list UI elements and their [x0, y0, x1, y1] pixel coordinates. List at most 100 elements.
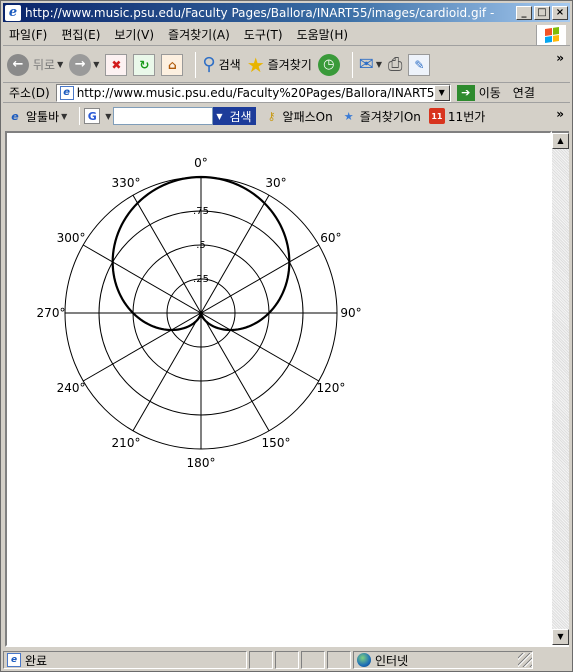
altoolbar: e 알툴바 ▼ G ▼ ▼ 검색 ⚷ 알패스On ★ 즐겨찾기On 11 11번…	[3, 104, 570, 128]
history-button[interactable]: ◷	[317, 53, 340, 76]
back-dropdown-icon[interactable]: ▼	[57, 60, 63, 69]
magnifier-icon: ⚲	[202, 54, 216, 75]
resize-grip-icon[interactable]	[518, 653, 532, 667]
stop-button[interactable]: ✖	[105, 53, 128, 76]
address-dropdown-icon[interactable]: ▼	[433, 84, 450, 101]
toolbar-chevron-icon[interactable]: »	[556, 51, 564, 65]
go-button[interactable]: ➔ 이동	[456, 84, 501, 101]
angle-label: 90°	[340, 306, 361, 320]
mail-button[interactable]: ✉ ▼	[359, 54, 382, 75]
menu-edit[interactable]: 편집(E)	[61, 26, 100, 43]
go-arrow-icon: ➔	[456, 84, 475, 101]
address-url: http://www.music.psu.edu/Faculty%20Pages…	[76, 85, 434, 100]
angle-label: 0°	[194, 156, 208, 170]
favorites-on-button[interactable]: ★ 즐겨찾기On	[341, 108, 421, 125]
angle-label: 30°	[265, 176, 286, 190]
ring-label: .75	[193, 206, 209, 217]
menu-tools[interactable]: 도구(T)	[244, 26, 283, 43]
cardioid-polar-plot: 0° 30° 60° 90° 120° 150° 180° 210° 240° 270° 300° 3…	[37, 156, 362, 470]
status-text: 완료	[25, 653, 48, 668]
status-pane	[327, 651, 351, 669]
angle-label: 210°	[112, 436, 141, 450]
minimize-button[interactable]: _	[516, 5, 532, 20]
google-engine-button[interactable]: G ▼	[84, 108, 111, 124]
status-pane	[275, 651, 299, 669]
browser-window: e http://www.music.psu.edu/Faculty Pages…	[0, 0, 573, 672]
favorites-button[interactable]: ★ 즐겨찾기	[247, 53, 312, 77]
zone-text: 인터넷	[375, 653, 409, 668]
engine-dropdown-icon[interactable]: ▼	[105, 112, 111, 121]
favorites-star-icon: ★	[343, 109, 354, 123]
albar-button[interactable]: e 알툴바 ▼	[7, 108, 67, 125]
links-button[interactable]: 연결	[513, 84, 535, 101]
page-done-icon: e	[7, 653, 21, 667]
printer-icon: ⎙	[388, 54, 403, 75]
page-icon: e	[59, 85, 74, 100]
star-icon: ★	[246, 52, 265, 77]
refresh-icon: ↻	[133, 53, 156, 76]
search-button[interactable]: ⚲ 검색	[202, 54, 240, 75]
toolbar-search-input[interactable]	[113, 107, 214, 125]
back-arrow-icon: ←	[7, 53, 29, 76]
angle-label: 120°	[316, 381, 345, 395]
ring-label: .25	[193, 274, 209, 285]
address-input[interactable]: e http://www.music.psu.edu/Faculty%20Pag…	[55, 83, 451, 102]
ie-icon: e	[5, 4, 21, 21]
title-bar[interactable]: e http://www.music.psu.edu/Faculty Pages…	[3, 3, 570, 22]
vertical-scrollbar[interactable]: ▲ ▼	[552, 131, 569, 647]
forward-arrow-icon: →	[69, 53, 92, 76]
menu-view[interactable]: 보기(V)	[114, 26, 154, 43]
angle-label: 240°	[57, 381, 86, 395]
windows-flag-icon	[544, 27, 559, 43]
menu-file[interactable]: 파일(F)	[9, 26, 47, 43]
altoolbar-chevron-icon[interactable]: »	[556, 107, 564, 121]
favorites-label: 즐겨찾기	[267, 58, 312, 72]
home-icon: ⌂	[161, 53, 184, 76]
albar-ie-icon: e	[11, 109, 19, 123]
angle-label: 330°	[112, 176, 141, 190]
ring-label: .5	[196, 240, 206, 251]
toolbar-search-button[interactable]: 검색	[225, 107, 256, 125]
toolbar-separator-2	[351, 51, 353, 78]
globe-icon	[357, 653, 371, 667]
edit-page-icon: ✎	[408, 53, 431, 76]
albar-label: 알툴바	[26, 109, 60, 124]
altoolbar-separator	[79, 107, 81, 125]
mail-dropdown-icon[interactable]: ▼	[376, 60, 382, 69]
status-main-pane: e 완료	[3, 651, 247, 669]
close-button[interactable]: ×	[552, 5, 568, 20]
refresh-button[interactable]: ↻	[133, 53, 156, 76]
address-bar: 주소(D) e http://www.music.psu.edu/Faculty…	[3, 83, 570, 103]
scroll-down-icon[interactable]: ▼	[552, 629, 569, 645]
print-button[interactable]: ⎙	[388, 54, 402, 75]
forward-button[interactable]: → ▼	[69, 53, 99, 76]
menu-favorites[interactable]: 즐겨찾기(A)	[168, 26, 230, 43]
forward-dropdown-icon[interactable]: ▼	[93, 60, 99, 69]
address-label: 주소(D)	[9, 86, 50, 100]
home-button[interactable]: ⌂	[161, 53, 184, 76]
standard-toolbar: ← 뒤로 ▼ → ▼ ✖ ↻ ⌂ ⚲ 검색 ★ 즐겨찾기 ◷ ✉ ▼ ⎙ ✎ »	[3, 47, 570, 83]
back-label: 뒤로	[33, 58, 56, 72]
stop-icon: ✖	[105, 53, 128, 76]
history-clock-icon: ◷	[317, 53, 340, 76]
albar-dropdown-icon[interactable]: ▼	[61, 112, 67, 121]
back-button[interactable]: ← 뒤로 ▼	[7, 53, 63, 76]
polar-grid: 0° 30° 60° 90° 120° 150° 180° 210° 240° 270° 300° 3…	[37, 156, 362, 470]
scroll-up-icon[interactable]: ▲	[552, 133, 569, 149]
11st-button[interactable]: 11 11번가	[428, 108, 485, 125]
angle-label: 60°	[320, 231, 341, 245]
status-pane	[301, 651, 325, 669]
alpass-button[interactable]: ⚷ 알패스On	[264, 108, 333, 125]
search-dropdown-icon[interactable]: ▼	[213, 107, 226, 125]
google-g-icon: G	[84, 108, 101, 124]
menu-help[interactable]: 도움말(H)	[297, 26, 349, 43]
maximize-button[interactable]: □	[534, 5, 550, 20]
angle-label: 300°	[57, 231, 86, 245]
window-title: http://www.music.psu.edu/Faculty Pages/B…	[25, 5, 495, 20]
search-label: 검색	[218, 58, 241, 72]
status-pane	[249, 651, 273, 669]
favorites-on-label: 즐겨찾기On	[359, 109, 421, 124]
status-bar: e 완료 인터넷	[3, 649, 570, 671]
edit-button[interactable]: ✎	[408, 53, 431, 76]
alpass-label: 알패스On	[282, 109, 333, 124]
